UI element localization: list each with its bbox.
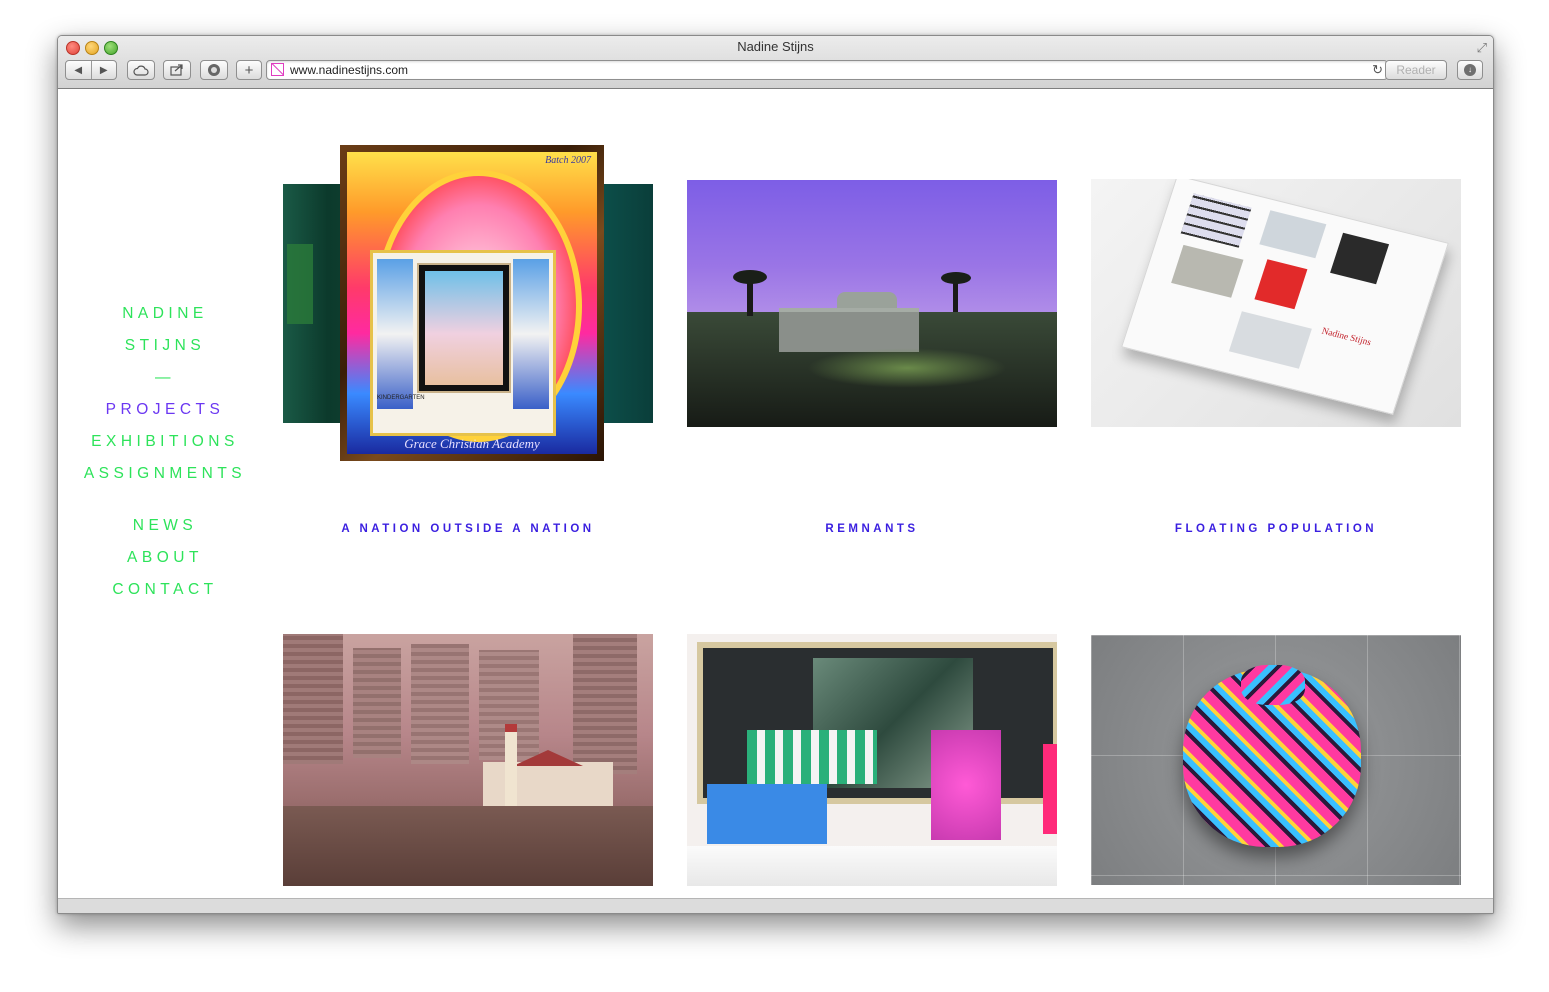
address-bar[interactable]: www.nadinestijns.com ↻ xyxy=(266,60,1388,80)
url-text[interactable]: www.nadinestijns.com xyxy=(290,63,408,77)
site-name-first[interactable]: NADINE xyxy=(58,304,272,324)
share-icon xyxy=(170,64,183,76)
project-title-remnants[interactable]: REMNANTS xyxy=(687,523,1057,535)
project-thumbnail-floating[interactable]: Nadine Stijns xyxy=(1091,179,1461,427)
project-thumbnail-4[interactable] xyxy=(283,634,653,886)
back-forward-group: ◀ ▶ xyxy=(65,60,117,80)
project-thumbnail-6[interactable] xyxy=(1091,635,1461,885)
icloud-tabs-button[interactable] xyxy=(127,60,155,80)
book-image-grid xyxy=(1180,193,1252,248)
nav-separator: — xyxy=(155,369,175,386)
store-floor xyxy=(687,846,1057,886)
class-photo: KINDERGARTEN xyxy=(370,250,556,436)
minaret xyxy=(505,724,517,814)
site-favicon-icon xyxy=(271,63,284,76)
nav-contact[interactable]: CONTACT xyxy=(58,580,272,600)
bundle-knot xyxy=(1241,665,1305,705)
book-image-dark xyxy=(1330,232,1390,285)
nav-projects[interactable]: PROJECTS xyxy=(58,400,272,420)
class-photo-left xyxy=(377,259,413,409)
downloads-button[interactable]: ↓ xyxy=(1457,60,1483,80)
class-photo-right xyxy=(513,259,549,409)
pink-fabric xyxy=(931,730,1001,840)
batch-text: Batch 2007 xyxy=(545,155,591,166)
reader-button[interactable]: Reader xyxy=(1385,60,1447,80)
book-image-bowl xyxy=(1259,210,1327,259)
ruin-top xyxy=(837,292,897,308)
window-title: Nadine Stijns xyxy=(737,39,814,54)
project-thumbnail-remnants[interactable] xyxy=(687,180,1057,427)
bottom-scroll-strip xyxy=(58,898,1493,913)
book-cover: Nadine Stijns xyxy=(1121,179,1449,415)
new-tab-button[interactable]: + xyxy=(236,60,262,80)
portrait-inner xyxy=(425,271,503,385)
forward-button[interactable]: ▶ xyxy=(92,65,117,76)
frame-backdrop: KINDERGARTEN Batch 2007 Grace Christian … xyxy=(347,152,597,454)
nav-news[interactable]: NEWS xyxy=(58,516,272,536)
academy-text: Grace Christian Academy xyxy=(404,436,540,451)
tower-3 xyxy=(411,644,469,764)
palm-crown-2 xyxy=(941,272,971,284)
rubble-ground xyxy=(283,806,653,886)
cloud-icon xyxy=(133,65,149,76)
site-name-last[interactable]: STIJNS xyxy=(58,336,272,356)
picture-frame: KINDERGARTEN Batch 2007 Grace Christian … xyxy=(340,145,604,461)
project-title-nation[interactable]: A NATION OUTSIDE A NATION xyxy=(283,523,653,535)
page-content: NADINE STIJNS — PROJECTS EXHIBITIONS ASS… xyxy=(58,89,1493,899)
shrubs xyxy=(807,348,1007,388)
tower-5 xyxy=(573,634,637,774)
magenta-column xyxy=(1043,744,1057,834)
compass-icon xyxy=(208,64,220,76)
book-image-crowd xyxy=(1171,244,1244,298)
book-image-sock xyxy=(1254,259,1308,310)
blue-fabric-counter xyxy=(707,784,827,844)
nav-exhibitions[interactable]: EXHIBITIONS xyxy=(58,432,272,452)
nav-about[interactable]: ABOUT xyxy=(58,548,272,568)
kindergarten-label: KINDERGARTEN xyxy=(377,395,425,401)
tower-2 xyxy=(353,648,401,758)
reload-icon[interactable]: ↻ xyxy=(1372,62,1383,78)
portrait-photo xyxy=(417,263,511,393)
share-button[interactable] xyxy=(163,60,191,80)
nav-assignments[interactable]: ASSIGNMENTS xyxy=(58,464,272,484)
bottle-shape xyxy=(287,244,313,324)
back-button[interactable]: ◀ xyxy=(66,65,91,76)
project-thumbnail-5[interactable] xyxy=(687,634,1057,886)
palm-crown xyxy=(733,270,767,284)
book-title-text: Nadine Stijns xyxy=(1320,325,1373,348)
show-all-tabs-button[interactable] xyxy=(200,60,228,80)
mini-building xyxy=(483,750,613,806)
project-thumbnail-nation[interactable]: KINDERGARTEN Batch 2007 Grace Christian … xyxy=(283,145,653,461)
fullscreen-icon[interactable]: ⤢ xyxy=(1477,40,1487,56)
tower-1 xyxy=(283,634,343,764)
download-icon: ↓ xyxy=(1464,64,1476,76)
ruined-building xyxy=(779,308,919,352)
project-title-floating[interactable]: FLOATING POPULATION xyxy=(1091,523,1461,535)
browser-window: Nadine Stijns ⤢ ◀ ▶ + www.nadinestijns.c… xyxy=(57,35,1494,914)
book-image-cloth xyxy=(1228,311,1312,369)
title-bar: Nadine Stijns ⤢ ◀ ▶ + www.nadinestijns.c… xyxy=(58,36,1493,89)
green-fabric xyxy=(747,730,877,784)
plaid-bundle xyxy=(1183,665,1361,847)
